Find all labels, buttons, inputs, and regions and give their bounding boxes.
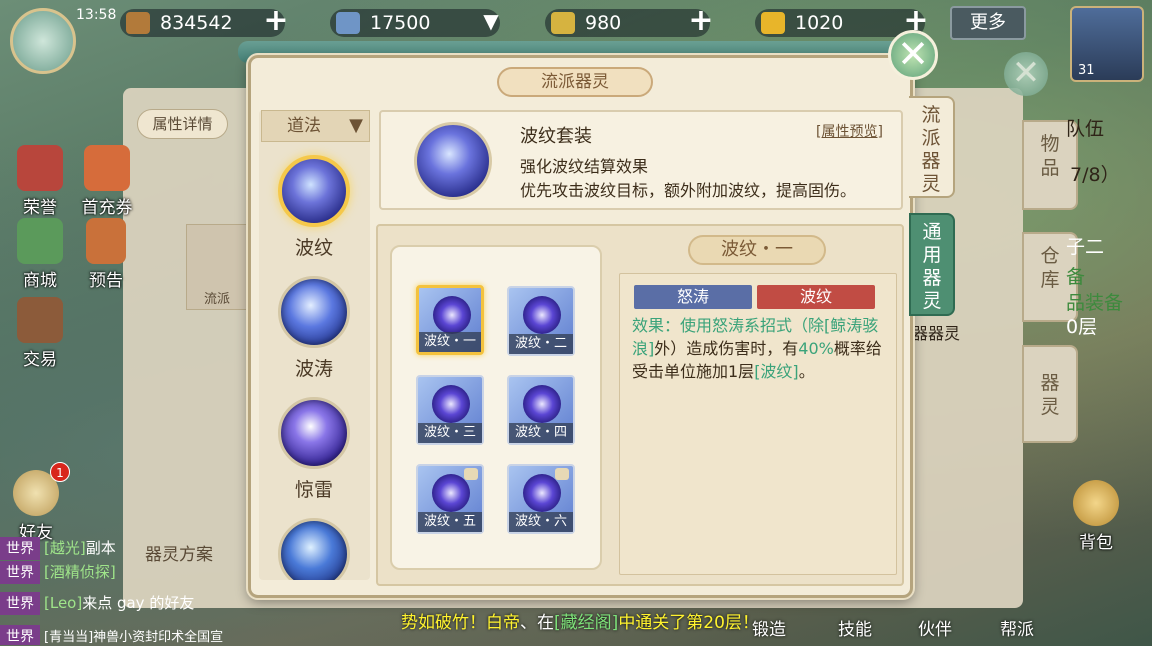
jade-add-button[interactable]: + [686,6,716,37]
back-close-icon[interactable]: ✕ [1004,52,1048,96]
game-logo[interactable] [10,8,76,74]
artifact-cell[interactable]: 波纹・五 [416,464,484,534]
school-slot[interactable]: 流派 [186,224,248,310]
artifact-cell[interactable]: 波纹・三 [416,375,484,445]
bag-button[interactable]: 背包 [1068,480,1124,553]
attribute-preview-link[interactable]: [属性预览] [816,121,883,141]
player-level: 31 [1078,63,1095,78]
scroll-icon [86,218,126,264]
copper-resource: 834542 + [120,6,289,37]
attr-detail-button[interactable]: 属性详情 [137,109,228,139]
thunder-orb-icon [278,397,350,469]
ripple-icon [432,385,470,423]
school-slot-label: 流派 [203,292,230,307]
lock-icon [555,468,569,480]
chat-line[interactable]: 世界 [越光]副本 [0,536,260,560]
silver-icon [336,12,360,34]
ripple-icon [433,296,471,334]
chevron-down-icon: ▼ [349,115,363,136]
gang-button[interactable]: 帮派 [1000,615,1034,640]
jade-icon [551,12,575,34]
copper-add-button[interactable]: + [261,6,291,37]
set-desc-1: 强化波纹结算效果 [520,157,649,176]
tab-general-artifact[interactable]: 通用器灵 [909,213,955,316]
ripple-icon [523,296,561,334]
set-name: 波纹套装 [520,126,592,147]
shop-button[interactable]: 商城 [12,218,68,291]
top-bar: 13:58 834542 + 17500 ▼ 980 + 1020 + 更多 3… [0,0,1152,82]
right-equip: 备 [1066,266,1086,288]
team-count: 7/8） [1070,164,1120,186]
player-avatar[interactable]: 31 [1070,6,1144,82]
artifact-cell[interactable]: 波纹・六 [507,464,575,534]
right-layer: 0层 [1066,316,1098,338]
wave-orb-icon [278,276,350,348]
right-equip2: 品装备 [1066,292,1124,314]
lock-icon [464,468,478,480]
copper-icon [126,12,150,34]
tab-artifact[interactable]: 器灵 [1022,345,1078,443]
chat-line[interactable]: 世界 [青当当]神兽小资封印术全国宣 [0,625,260,645]
school-item-thunder[interactable]: 惊雷 [274,397,354,502]
silver-resource: 17500 ▼ [330,9,500,37]
trade-button[interactable]: 交易 [12,297,68,370]
ripple-icon [523,474,561,512]
partner-button[interactable]: 伙伴 [918,615,952,640]
artifact-cell[interactable]: 波纹・二 [507,286,575,356]
school-item-ripple[interactable]: 波纹 [274,155,354,260]
artifact-cell[interactable]: 波纹・四 [507,375,575,445]
artifact-cell[interactable]: 波纹・一 [416,285,484,355]
school-item-fourth[interactable] [274,518,354,580]
tab-school-artifact[interactable]: 流派器灵 [909,96,955,198]
set-desc-2: 优先攻击波纹目标，额外附加波纹，提高固伤。 [520,181,857,200]
effect-description: 效果：使用怒涛系招式（除[鲸涛骇浪]外）造成伤害时，有40%概率给受击单位施加1… [632,316,882,381]
ripple-icon [432,474,470,512]
ripple-icon [523,385,561,423]
gift-icon [84,145,130,191]
ripple-orb-icon [278,155,350,227]
right-name: 子二 [1066,236,1105,258]
school-item-wave[interactable]: 波涛 [274,276,354,381]
honor-icon [17,145,63,191]
system-ticker: 势如破竹！白帝、在[藏经阁]中通关了第20层！ [401,613,759,633]
shop-icon [17,218,63,264]
spirit-orb-icon [278,518,350,580]
silver-dropdown-icon[interactable]: ▼ [476,7,506,37]
more-button[interactable]: 更多 [950,6,1026,40]
team-label: 队伍 [1066,118,1105,140]
honor-button[interactable]: 荣誉 [12,145,68,218]
chat-line[interactable]: 世界 [酒精侦探] [0,560,260,584]
gold-icon [761,12,785,34]
first-charge-button[interactable]: 首充券 [78,145,136,218]
set-orb-icon [414,122,492,200]
preview-button[interactable]: 预告 [82,218,130,291]
friends-badge: 1 [50,462,70,482]
school-tag: 怒涛 [634,285,752,309]
effect-tag: 波纹 [757,285,875,309]
chat-line[interactable]: 世界 [Leo]来点 gay 的好友 [0,591,260,615]
jade-resource: 980 + [545,6,714,37]
abacus-icon [17,297,63,343]
category-select[interactable]: 道法 ▼ [261,110,370,142]
detail-title: 波纹・一 [688,235,826,265]
close-icon[interactable]: ✕ [888,30,938,80]
bag-icon [1073,480,1119,526]
dialog-title: 流派器灵 [497,67,653,97]
right-artifact: 器器灵 [912,324,961,343]
clock: 13:58 [76,7,117,23]
